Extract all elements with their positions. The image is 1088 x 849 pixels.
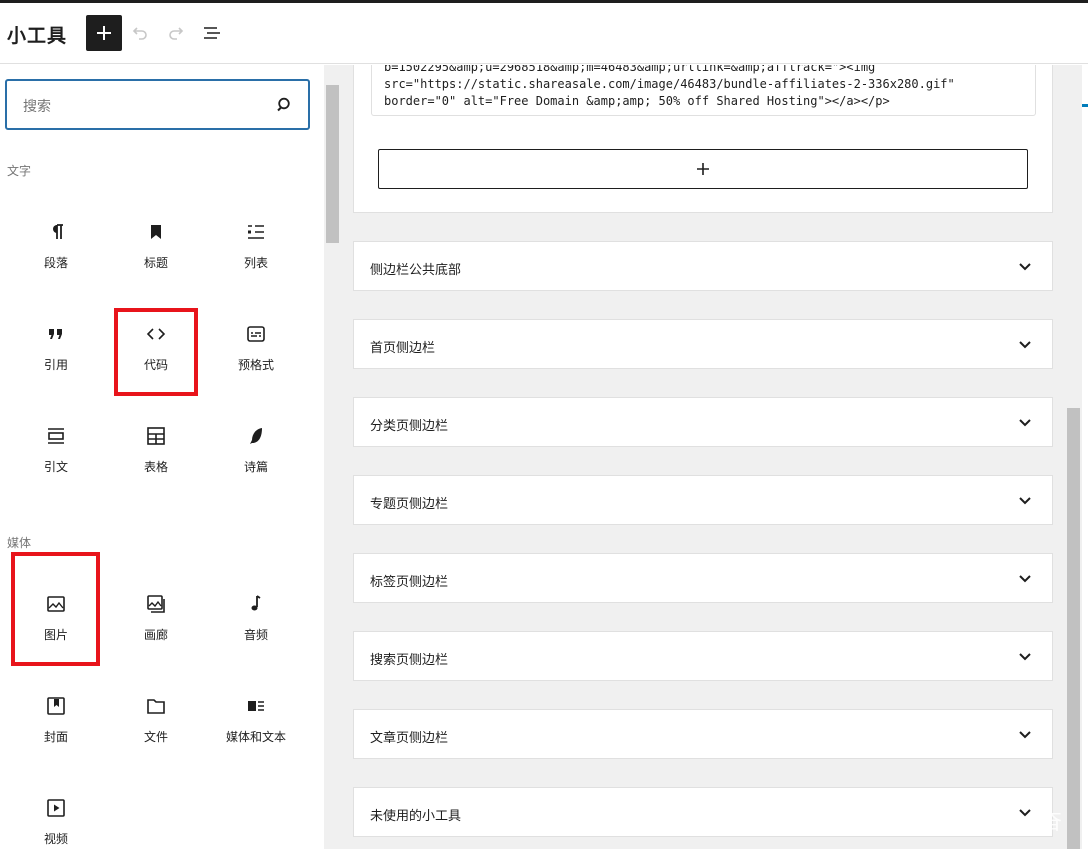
undo-icon	[132, 27, 147, 40]
paragraph-icon	[44, 220, 68, 244]
page-title: 小工具	[7, 25, 68, 47]
active-tab-indicator	[1082, 104, 1088, 107]
block-media-text[interactable]: 媒体和文本	[206, 694, 306, 784]
search-placeholder: 搜索	[23, 99, 51, 115]
add-block-button[interactable]	[378, 149, 1028, 189]
widget-editor-canvas: b=1502295&amp;u=2968518&amp;m=46483&amp;…	[341, 65, 1065, 849]
block-heading[interactable]: 标题	[106, 220, 206, 310]
html-code-textarea[interactable]: b=1502295&amp;u=2968518&amp;m=46483&amp;…	[371, 65, 1036, 116]
editor-header: 小工具	[0, 3, 1088, 64]
panel-title: 首页侧边栏	[370, 341, 436, 356]
widget-area-panel[interactable]: 标签页侧边栏	[353, 553, 1053, 603]
html-block[interactable]: b=1502295&amp;u=2968518&amp;m=46483&amp;…	[353, 65, 1053, 213]
quote-icon	[44, 322, 68, 346]
block-preformatted[interactable]: 预格式	[206, 322, 306, 412]
panel-title: 标签页侧边栏	[370, 575, 449, 590]
editor-scrollbar[interactable]	[1065, 65, 1082, 849]
widget-area-panel[interactable]: 专题页侧边栏	[353, 475, 1053, 525]
panel-title: 文章页侧边栏	[370, 731, 449, 746]
redo-icon	[169, 27, 184, 40]
undo-button[interactable]	[122, 15, 158, 51]
pullquote-icon	[44, 424, 68, 448]
widget-area-panel[interactable]: 搜索页侧边栏	[353, 631, 1053, 681]
category-label-text: 文字	[7, 164, 32, 178]
chevron-down-icon	[1019, 653, 1031, 661]
list-view-button[interactable]	[194, 15, 230, 51]
block-video[interactable]: 视频	[6, 796, 106, 849]
block-verse[interactable]: 诗篇	[206, 424, 306, 514]
panel-title: 专题页侧边栏	[370, 497, 449, 512]
chevron-down-icon	[1019, 809, 1031, 817]
block-quote[interactable]: 引用	[6, 322, 106, 412]
block-pullquote[interactable]: 引文	[6, 424, 106, 514]
sidebar-scrollbar[interactable]	[324, 65, 341, 849]
code-block-highlight	[114, 308, 198, 396]
media-text-icon	[244, 694, 268, 718]
gallery-icon	[144, 592, 168, 616]
image-block-highlight	[11, 552, 100, 666]
plus-icon	[697, 163, 709, 175]
bookmark-icon	[144, 220, 168, 244]
code-line: b=1502295&amp;u=2968518&amp;m=46483&amp;…	[384, 65, 876, 74]
widget-area-panel[interactable]: 首页侧边栏	[353, 319, 1053, 369]
chevron-down-icon	[1019, 575, 1031, 583]
block-gallery[interactable]: 画廊	[106, 592, 206, 682]
search-icon	[277, 97, 290, 112]
plus-icon	[97, 26, 111, 40]
editor-scrollbar-thumb[interactable]	[1067, 408, 1080, 849]
block-table[interactable]: 表格	[106, 424, 206, 514]
sidebar-scrollbar-thumb[interactable]	[326, 85, 339, 243]
music-note-icon	[244, 592, 268, 616]
block-inserter-toggle-button[interactable]	[86, 15, 122, 51]
folder-icon	[144, 694, 168, 718]
widget-area-panel[interactable]: 文章页侧边栏	[353, 709, 1053, 759]
table-icon	[144, 424, 168, 448]
category-label-media: 媒体	[7, 536, 32, 550]
block-cover[interactable]: 封面	[6, 694, 106, 784]
chevron-down-icon	[1019, 497, 1031, 505]
block-paragraph[interactable]: 段落	[6, 220, 106, 310]
redo-button[interactable]	[158, 15, 194, 51]
settings-sidebar-edge	[1082, 65, 1088, 849]
feather-icon	[244, 424, 268, 448]
block-file[interactable]: 文件	[106, 694, 206, 784]
panel-title: 分类页侧边栏	[370, 419, 449, 434]
chevron-down-icon	[1019, 263, 1031, 271]
widget-area-panel[interactable]: 分类页侧边栏	[353, 397, 1053, 447]
block-audio[interactable]: 音频	[206, 592, 306, 682]
list-icon	[244, 220, 268, 244]
block-inserter-panel: 搜索 文字 段落 标题 列表 引用 代码 预格式 引文 表格 诗篇 媒体 图片 …	[0, 65, 324, 849]
chevron-down-icon	[1019, 419, 1031, 427]
watermark: 奋	[1040, 810, 1063, 835]
video-icon	[44, 796, 68, 820]
block-search-input[interactable]: 搜索	[5, 79, 310, 130]
cover-icon	[44, 694, 68, 718]
chevron-down-icon	[1019, 731, 1031, 739]
preformatted-icon	[244, 322, 268, 346]
panel-title: 侧边栏公共底部	[370, 263, 462, 278]
block-list[interactable]: 列表	[206, 220, 306, 310]
list-view-icon	[204, 27, 220, 39]
widget-area-panel[interactable]: 未使用的小工具	[353, 787, 1053, 837]
code-line: border="0" alt="Free Domain &amp;amp; 50…	[384, 94, 890, 108]
chevron-down-icon	[1019, 341, 1031, 349]
panel-title: 搜索页侧边栏	[370, 653, 449, 668]
panel-title: 未使用的小工具	[370, 809, 462, 824]
code-line: src="https://static.shareasale.com/image…	[384, 77, 955, 91]
widget-area-panel[interactable]: 侧边栏公共底部	[353, 241, 1053, 291]
